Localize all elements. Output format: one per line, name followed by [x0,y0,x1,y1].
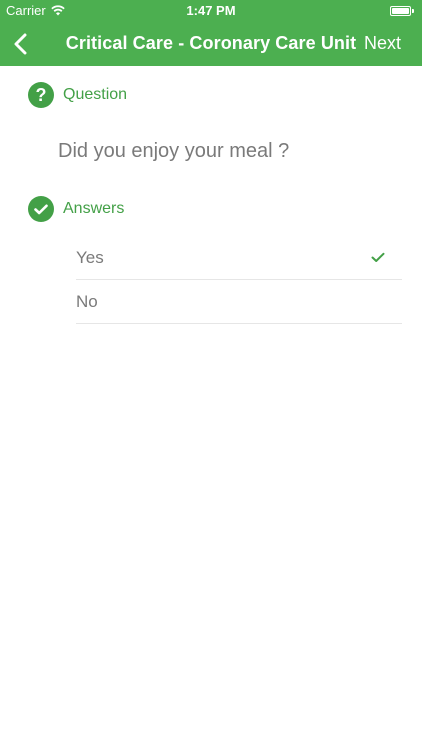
question-text: Did you enjoy your meal ? [58,140,290,162]
page-title: Critical Care - Coronary Care Unit [65,33,357,53]
answers-label: Answers [63,200,125,217]
header: Carrier 1:47 PM Critical Care - Coronary… [0,0,422,66]
battery-icon [390,5,414,16]
answer-option-no[interactable]: No [76,280,402,324]
status-time: 1:47 PM [186,3,236,18]
checkmark-icon [371,252,385,262]
status-bar: Carrier 1:47 PM [0,0,422,22]
answer-label: Yes [76,247,104,267]
nav-bar: Critical Care - Coronary Care Unit Next [0,22,422,66]
check-circle-icon [28,196,54,222]
answers-list: Yes No [76,236,402,324]
question-label: Question [63,86,128,103]
question-circle-icon: ? [28,82,54,108]
next-button[interactable]: Next [364,33,401,54]
question-header: ? Question [28,82,127,108]
answer-label: No [76,291,98,311]
answers-header: Answers [28,196,124,222]
answer-option-yes[interactable]: Yes [76,236,402,280]
